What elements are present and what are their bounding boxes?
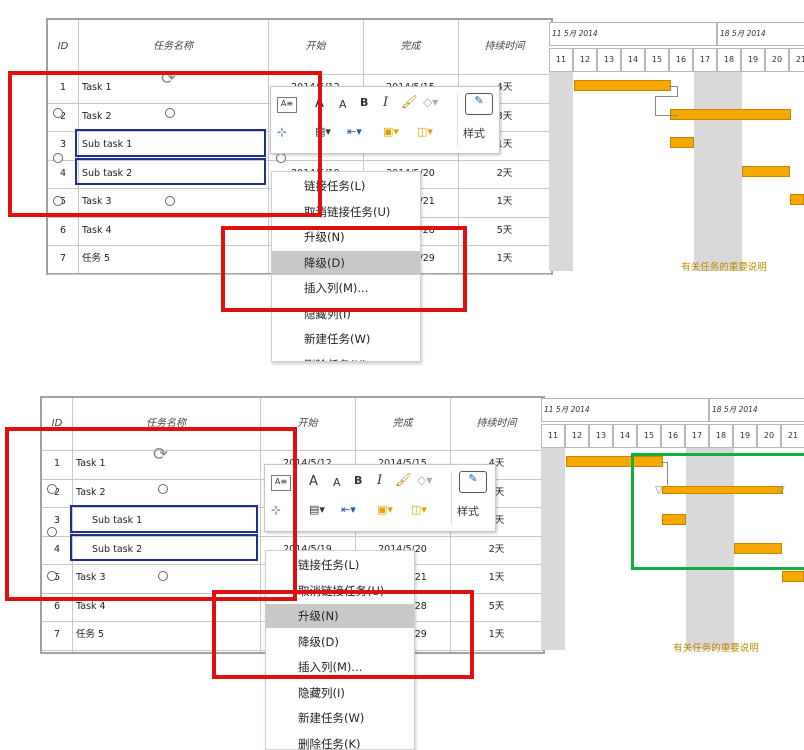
day-header-16: 16 — [669, 48, 693, 72]
day-header-15: 15 — [637, 424, 661, 448]
menu-item-5[interactable]: 隐藏列(I) — [266, 681, 414, 705]
day-header-19: 19 — [741, 48, 765, 72]
row-6-duration[interactable]: 5天 — [458, 217, 551, 246]
note-label: 有关任务的重要说明 — [671, 643, 761, 655]
shape-color-icon[interactable]: ◫▾ — [411, 503, 427, 516]
menu-item-6[interactable]: 新建任务(W) — [272, 327, 420, 351]
day-header-11: 11 — [541, 424, 565, 448]
bottom-panel: ID 任务名称 开始 完成 持续时间 1Task 12014/5/122014/… — [0, 392, 804, 748]
style-button[interactable]: 样式 — [463, 125, 485, 141]
top-panel: ID 任务名称 开始 完成 持续时间 1Task 12014/5/122014/… — [0, 0, 804, 360]
gantt-bar-subtask2[interactable] — [742, 166, 790, 177]
day-header-21: 21 — [789, 48, 804, 72]
day-header-12: 12 — [565, 424, 589, 448]
row-7-duration[interactable]: 1天 — [458, 245, 551, 274]
row-7-id[interactable]: 7 — [48, 245, 78, 274]
highlight-frame — [5, 427, 297, 601]
gantt-bar-task3[interactable] — [790, 194, 804, 205]
bold-button[interactable]: B — [354, 474, 362, 487]
format-painter-icon[interactable]: 🖌 — [395, 473, 412, 488]
gantt-chart-top: 11 5月 2014 18 5月 2014 111213141516171819… — [549, 22, 804, 271]
gantt-bar-task3[interactable] — [782, 571, 804, 582]
indent-icon[interactable]: ▤▾ — [309, 503, 325, 516]
highlight-icon[interactable]: ◇▾ — [417, 473, 432, 487]
week-label-2: 18 5月 2014 — [709, 398, 804, 422]
fill-color-icon[interactable]: ▣▾ — [377, 503, 393, 516]
menu-item-7[interactable]: 删除任务(K) — [272, 353, 420, 363]
day-header-19: 19 — [733, 424, 757, 448]
font-shrink-icon[interactable]: A — [339, 98, 347, 111]
day-header-13: 13 — [597, 48, 621, 72]
day-header-12: 12 — [573, 48, 597, 72]
font-grow-icon[interactable]: A — [309, 474, 318, 489]
header-name[interactable]: 任务名称 — [78, 20, 268, 74]
outdent-icon[interactable]: ⇤▾ — [341, 503, 356, 516]
day-header-21: 21 — [781, 424, 804, 448]
row-4-duration[interactable]: 2天 — [450, 536, 543, 565]
week-label-1: 11 5月 2014 — [541, 398, 709, 422]
highlight-frame — [8, 71, 322, 217]
row-5-duration[interactable]: 1天 — [450, 564, 543, 593]
highlight-icon[interactable]: ◇▾ — [423, 95, 438, 109]
menu-item-6[interactable]: 新建任务(W) — [266, 706, 414, 730]
day-header-17: 17 — [693, 48, 717, 72]
menu-item-7[interactable]: 删除任务(K) — [266, 732, 414, 750]
gantt-bar-task2[interactable] — [670, 109, 791, 120]
gantt-bar-subtask1[interactable] — [670, 137, 694, 148]
shape-color-icon[interactable]: ◫▾ — [417, 125, 433, 138]
note-label: 有关任务的重要说明 — [679, 262, 769, 274]
day-header-11: 11 — [549, 48, 573, 72]
day-header-13: 13 — [589, 424, 613, 448]
row-7-id[interactable]: 7 — [42, 621, 72, 650]
highlight-frame — [221, 226, 467, 312]
outdent-icon[interactable]: ⇤▾ — [347, 125, 362, 138]
row-5-duration[interactable]: 1天 — [458, 188, 551, 217]
header-finish[interactable]: 完成 — [355, 398, 450, 450]
fill-color-icon[interactable]: ▣▾ — [383, 125, 399, 138]
header-finish[interactable]: 完成 — [363, 20, 458, 74]
header-start[interactable]: 开始 — [268, 20, 363, 74]
day-header-20: 20 — [757, 424, 781, 448]
format-painter-icon[interactable]: 🖌 — [401, 95, 418, 110]
header-duration[interactable]: 持续时间 — [450, 398, 543, 450]
italic-button[interactable]: I — [377, 473, 382, 488]
day-header-14: 14 — [621, 48, 645, 72]
week-label-1: 11 5月 2014 — [549, 22, 717, 46]
highlight-frame-green — [631, 453, 804, 570]
day-header-18: 18 — [709, 424, 733, 448]
italic-button[interactable]: I — [383, 95, 388, 110]
day-header-14: 14 — [613, 424, 637, 448]
week-label-2: 18 5月 2014 — [717, 22, 804, 46]
style-icon[interactable]: ✎ — [465, 93, 493, 115]
bold-button[interactable]: B — [360, 96, 368, 109]
gantt-bar-task1[interactable] — [574, 80, 671, 91]
row-4-duration[interactable]: 2天 — [458, 160, 551, 189]
style-icon[interactable]: ✎ — [459, 471, 487, 493]
day-header-17: 17 — [685, 424, 709, 448]
header-duration[interactable]: 持续时间 — [458, 20, 551, 74]
mini-toolbar-bottom: A≡ A A B I 🖌 ◇▾ ⊹ ▤▾ ⇤▾ ▣▾ ◫▾ ✎ 样式 — [264, 464, 496, 532]
day-header-16: 16 — [661, 424, 685, 448]
style-button[interactable]: 样式 — [457, 503, 479, 519]
day-header-20: 20 — [765, 48, 789, 72]
font-shrink-icon[interactable]: A — [333, 476, 341, 489]
day-header-18: 18 — [717, 48, 741, 72]
row-6-id[interactable]: 6 — [48, 217, 78, 246]
day-header-15: 15 — [645, 48, 669, 72]
header-id[interactable]: ID — [48, 20, 78, 74]
highlight-frame — [212, 590, 474, 679]
